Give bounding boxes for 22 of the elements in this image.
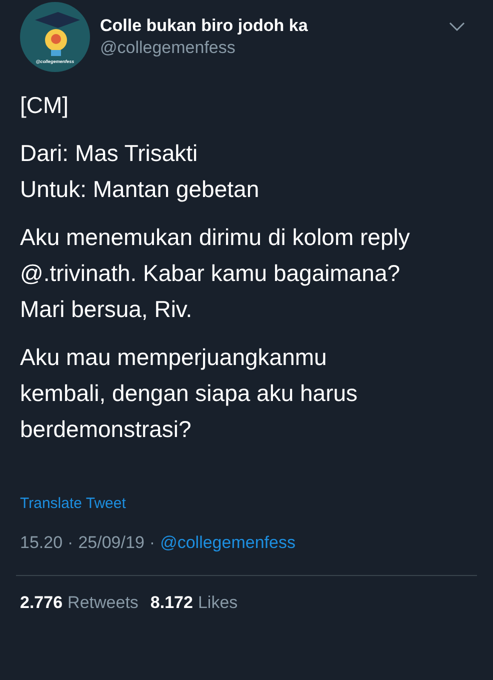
tweet-text-line: [CM] (20, 91, 70, 120)
stat-label[interactable]: Retweets (68, 590, 138, 616)
chevron-down-icon[interactable] (449, 22, 465, 32)
stat-count: 2.776 (20, 592, 63, 614)
tweet-text-line: kembali, dengan siapa aku harus (20, 379, 359, 408)
author-name: Colle bukan biro jodoh ka (100, 15, 308, 37)
tweet-text-line: berdemonstrasi? (20, 415, 192, 444)
author-handle: @collegemenfess (100, 37, 236, 59)
tweet-text-line: @.trivinath. Kabar kamu bagaimana? (20, 259, 402, 288)
tweet-date: 25/09/19 (78, 532, 144, 554)
separator-dot: · (68, 532, 74, 554)
tweet-text-line: Dari: Mas Trisakti (20, 139, 199, 168)
tweet-text-line: Untuk: Mantan gebetan (20, 175, 260, 204)
tweet-time: 15.20 (20, 532, 63, 554)
tweet-text-line: Aku menemukan dirimu di kolom reply (20, 223, 411, 252)
stat-label[interactable]: Likes (198, 590, 238, 616)
stat-count: 8.172 (150, 592, 193, 614)
handle-link[interactable]: @collegemenfess (160, 530, 296, 555)
separator-dot: · (149, 532, 156, 554)
tweet-text-line: Aku mau memperjuangkanmu (20, 343, 328, 372)
translate-tweet-link[interactable]: Translate Tweet (0, 493, 146, 516)
tweet-text-line: Mari bersua, Riv. (20, 295, 194, 324)
